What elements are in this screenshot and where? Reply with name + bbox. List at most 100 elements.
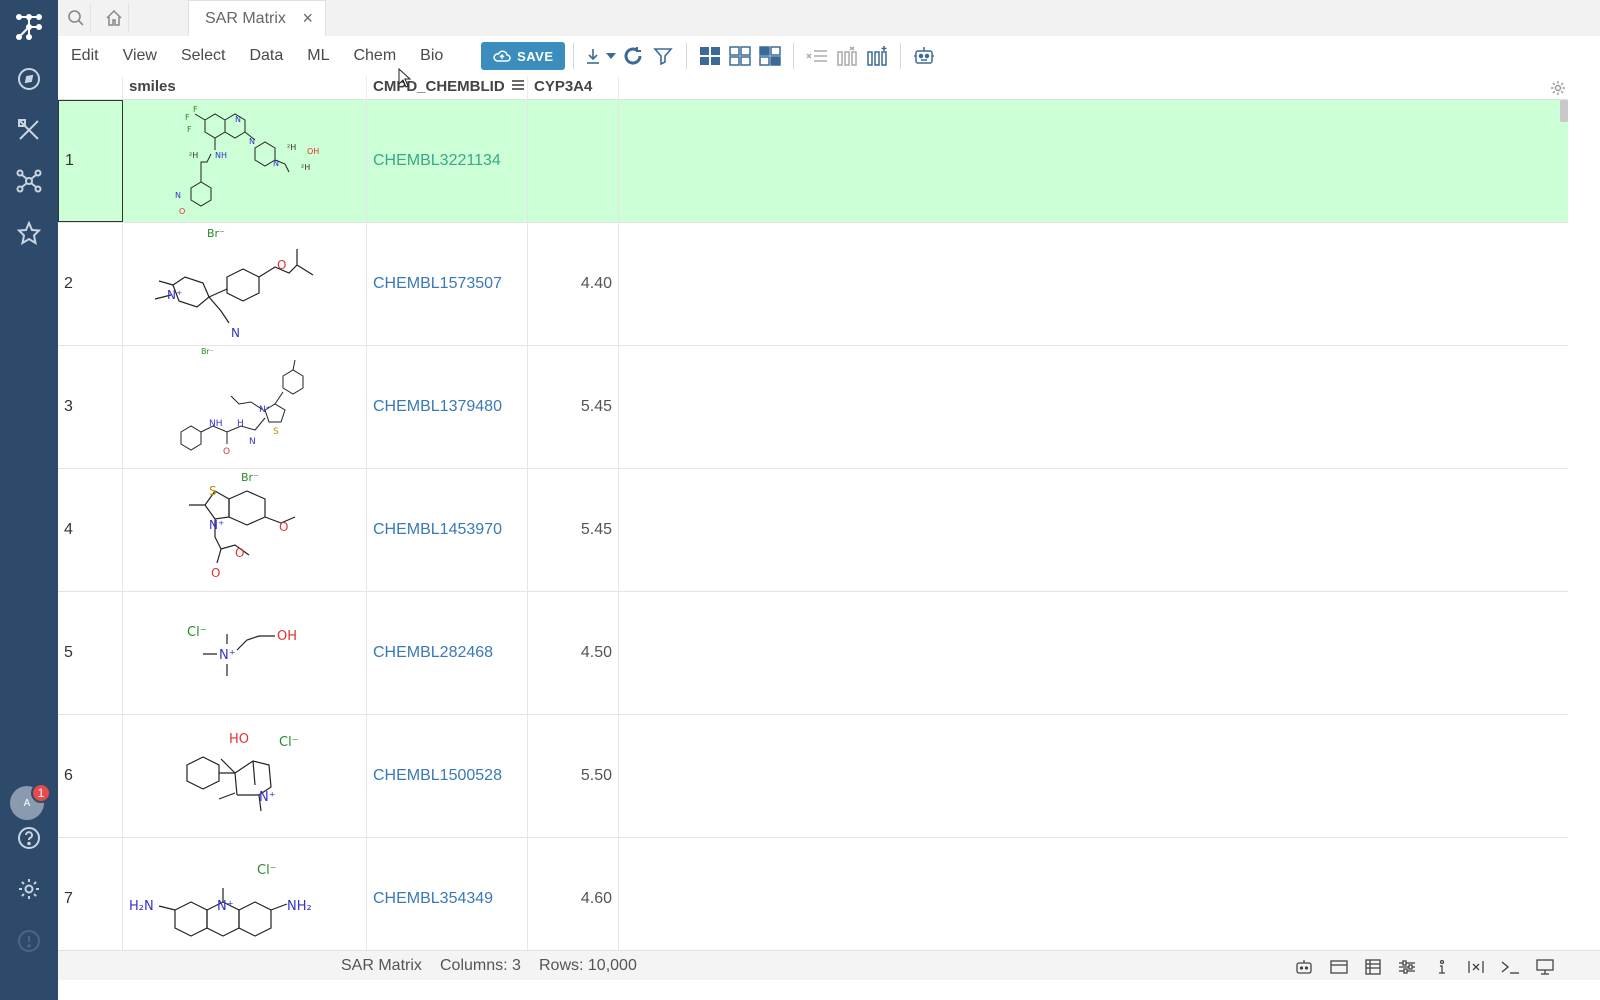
atom-label: O [179,207,185,216]
row-number[interactable]: 4 [58,469,123,591]
chembl-id-link[interactable]: CHEMBL1453970 [367,469,528,591]
toolbar-divider [900,43,902,69]
table-row[interactable]: 2 Br⁻ N⁺ O N CHEMBL1573507 4.40 [58,223,1568,346]
chembl-id-link[interactable]: CHEMBL1379480 [367,346,528,468]
save-button[interactable]: SAVE [481,42,566,70]
chembl-id-link[interactable]: CHEMBL282468 [367,592,528,714]
cyp3a4-value: 4.40 [528,223,619,345]
grid-mixed-icon[interactable] [755,41,785,71]
menu-bio[interactable]: Bio [408,36,455,76]
chembl-id-link[interactable]: CHEMBL3221134 [367,100,528,222]
atom-label: N⁺ [167,288,182,302]
table-row[interactable]: 5 Cl⁻ N⁺ OH CHEMBL282468 4.50 [58,592,1568,715]
atom-label: N [175,191,181,200]
robot-icon[interactable] [909,41,939,71]
cyp3a4-value: 5.45 [528,346,619,468]
datagrok-logo-icon[interactable] [14,12,44,42]
row-number[interactable]: 1 [58,100,123,222]
menu-ml[interactable]: ML [295,36,341,76]
download-icon[interactable] [582,41,604,71]
column-header-cyp3a4[interactable]: CYP3A4 [528,76,619,100]
row-number[interactable]: 7 [58,838,123,950]
star-icon[interactable] [14,218,44,248]
mouse-cursor-icon [398,67,412,93]
cyp3a4-value [528,100,619,222]
atom-label: NH₂ [287,899,312,914]
table-row[interactable]: 6 HO Cl⁻ N⁺ CHEMBL1500528 5.50 [58,715,1568,838]
molecule-structure: Cl⁻ H₂N N⁺ NH₂ [123,838,367,950]
cyp3a4-value: 5.45 [528,469,619,591]
menu-data[interactable]: Data [237,36,295,76]
molecule-structure: Cl⁻ N⁺ OH [123,592,367,714]
compass-icon[interactable] [14,64,44,94]
table-row[interactable]: 4 Br⁻ S N⁺ O O O CHEMBL1453970 5.45 [58,469,1568,592]
window-layout-icon[interactable] [1328,957,1350,977]
chembl-id-link[interactable]: CHEMBL1573507 [367,223,528,345]
molecule-structure: HO Cl⁻ N⁺ [123,715,367,837]
vertical-scrollbar[interactable] [1560,100,1568,122]
column-menu-icon[interactable] [511,79,525,91]
atom-label: ²H [287,143,296,152]
atom-label: NH [215,151,227,160]
home-icon[interactable] [99,3,129,33]
atom-label: Cl⁻ [257,863,277,878]
row-number[interactable]: 5 [58,592,123,714]
row-number[interactable]: 2 [58,223,123,345]
refresh-icon[interactable] [618,41,648,71]
atom-label: S [209,484,217,498]
column-headers: smiles CMPD_CHEMBLID CYP3A4 [58,76,1568,100]
grid-view-icon[interactable] [695,41,725,71]
robot-status-icon[interactable] [1293,957,1315,977]
atom-label: H [237,419,244,429]
column-header-smiles[interactable]: smiles [123,76,367,100]
variables-icon[interactable] [1465,957,1487,977]
alert-icon[interactable] [14,926,44,956]
table-view-icon[interactable] [1362,957,1384,977]
toolbar-divider [686,43,688,69]
row-number[interactable]: 6 [58,715,123,837]
data-grid[interactable]: smiles CMPD_CHEMBLID CYP3A4 1 F F F N NH… [58,76,1568,950]
atom-label: N [235,115,241,124]
download-dropdown-icon[interactable] [604,41,618,71]
atom-label: NH [209,419,223,429]
presentation-icon[interactable] [1534,957,1556,977]
menu-toolbar: Edit View Select Data ML Chem Bio SAVE [58,36,1600,76]
remove-columns-icon[interactable] [832,41,862,71]
atom-label: N [249,437,256,447]
remove-rows-icon[interactable] [802,41,832,71]
menu-select[interactable]: Select [169,36,237,76]
add-column-icon[interactable] [862,41,892,71]
info-icon[interactable] [1431,957,1453,977]
help-icon[interactable] [14,823,44,853]
column-header-cmpd-chemblid[interactable]: CMPD_CHEMBLID [367,76,528,100]
chembl-id-link[interactable]: CHEMBL354349 [367,838,528,950]
search-icon[interactable] [61,3,91,33]
table-row[interactable]: 7 Cl⁻ H₂N N⁺ NH₂ CHEMBL354349 4.60 [58,838,1568,950]
atom-label: N [249,137,255,146]
menu-edit[interactable]: Edit [58,36,111,76]
atom-label: N⁺ [259,790,276,805]
molecule-structure: Br⁻ N⁺ S NH H N O [123,346,367,468]
atom-label: F [187,125,192,134]
tab-close-icon[interactable]: × [302,8,313,29]
table-row[interactable]: 1 F F F N NH ²H N N ²H OH ²H N O CHEMBL3… [58,100,1568,223]
filter-icon[interactable] [648,41,678,71]
chembl-id-link[interactable]: CHEMBL1500528 [367,715,528,837]
row-header-corner[interactable] [58,76,123,100]
atom-label: N⁺ [259,405,271,415]
network-icon[interactable] [14,166,44,196]
atom-label: F [193,105,198,114]
grid-settings-icon[interactable] [1550,80,1566,101]
console-icon[interactable] [1499,957,1521,977]
tools-icon[interactable] [14,115,44,145]
sliders-icon[interactable] [1396,957,1418,977]
tab-sar-matrix[interactable]: SAR Matrix × [188,0,326,36]
grid-outline-icon[interactable] [725,41,755,71]
table-row[interactable]: 3 Br⁻ N⁺ S NH H N O CHEMBL1379480 5.45 [58,346,1568,469]
tab-title: SAR Matrix [205,9,286,27]
toolbar-divider [573,43,575,69]
settings-gear-icon[interactable] [14,874,44,904]
cyp3a4-value: 5.50 [528,715,619,837]
row-number[interactable]: 3 [58,346,123,468]
menu-view[interactable]: View [111,36,169,76]
